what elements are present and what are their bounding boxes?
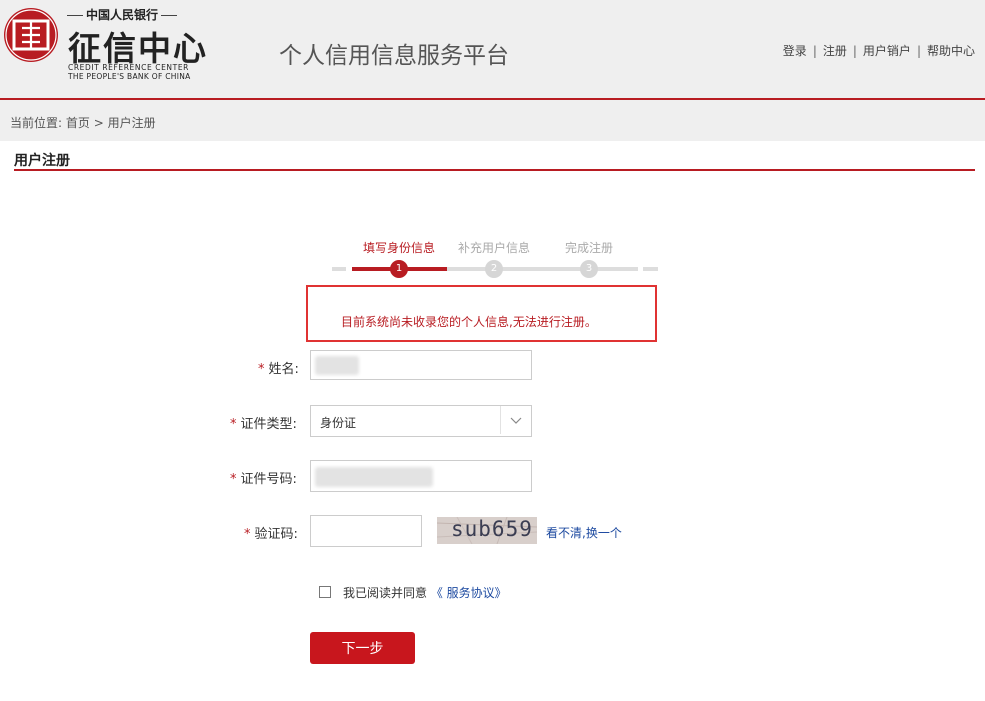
redacted-id-number [315, 467, 433, 487]
step-1-label: 填写身份信息 [362, 241, 436, 255]
step-3-label: 完成注册 [564, 241, 614, 255]
captcha-input[interactable] [310, 515, 422, 547]
agree-checkbox[interactable] [319, 586, 331, 598]
breadcrumb-separator: > [93, 116, 104, 130]
id-number-input[interactable] [310, 460, 532, 492]
login-link[interactable]: 登录 [783, 44, 807, 58]
id-type-value: 身份证 [320, 416, 357, 430]
logo-bank-text: 中国人民银行 [64, 6, 214, 23]
id-number-label: * 证件号码: [230, 472, 297, 487]
service-agreement-link[interactable]: 《 服务协议》 [431, 586, 507, 600]
title-divider [14, 169, 975, 171]
id-type-label: * 证件类型: [230, 417, 297, 432]
breadcrumb: 当前位置: 首页 > 用户注册 [10, 114, 156, 131]
top-nav-links: 登录 | 注册 | 用户销户 | 帮助中心 [782, 44, 975, 58]
name-label: * 姓名: [258, 362, 299, 377]
redacted-name [315, 356, 359, 375]
platform-title: 个人信用信息服务平台 [279, 43, 509, 69]
page-title: 用户注册 [14, 153, 70, 169]
breadcrumb-prefix: 当前位置: [10, 116, 63, 130]
register-link[interactable]: 注册 [823, 44, 847, 58]
site-header: 中国人民银行 征信中心 CREDIT REFERENCE CENTER THE … [0, 0, 985, 100]
captcha-image[interactable]: sub659 [437, 517, 537, 544]
error-message: 目前系统尚未收录您的个人信息,无法进行注册。 [341, 315, 597, 329]
step-2-label: 补充用户信息 [457, 241, 531, 255]
next-step-button[interactable]: 下一步 [310, 632, 415, 664]
captcha-label: * 验证码: [244, 527, 298, 542]
name-input[interactable] [310, 350, 532, 380]
id-type-select[interactable]: 身份证 [310, 405, 532, 437]
cancel-account-link[interactable]: 用户销户 [863, 44, 911, 58]
step-3-dot: 3 [580, 260, 598, 278]
breadcrumb-home-link[interactable]: 首页 [66, 116, 90, 130]
step-track-start [332, 267, 346, 271]
step-1-dot: 1 [390, 260, 408, 278]
help-center-link[interactable]: 帮助中心 [927, 44, 975, 58]
breadcrumb-bar: 当前位置: 首页 > 用户注册 [0, 100, 985, 141]
chevron-down-icon[interactable] [500, 406, 531, 434]
agree-prefix: 我已阅读并同意 [343, 586, 428, 600]
step-track-end [643, 267, 658, 271]
error-alert: 目前系统尚未收录您的个人信息,无法进行注册。 [306, 285, 657, 342]
logo-english-line2: THE PEOPLE'S BANK OF CHINA [68, 72, 191, 81]
agree-text: 我已阅读并同意 《 服务协议》 [343, 584, 507, 601]
step-progress: 填写身份信息 补充用户信息 完成注册 1 2 3 [332, 236, 658, 282]
step-track-remaining [447, 267, 638, 271]
captcha-refresh-link[interactable]: 看不清,换一个 [546, 524, 622, 541]
step-2-dot: 2 [485, 260, 503, 278]
captcha-text: sub659 [451, 517, 533, 541]
logo-seal-icon [4, 8, 58, 62]
logo-english-line1: CREDIT REFERENCE CENTER [68, 63, 189, 72]
breadcrumb-current: 用户注册 [107, 116, 156, 130]
